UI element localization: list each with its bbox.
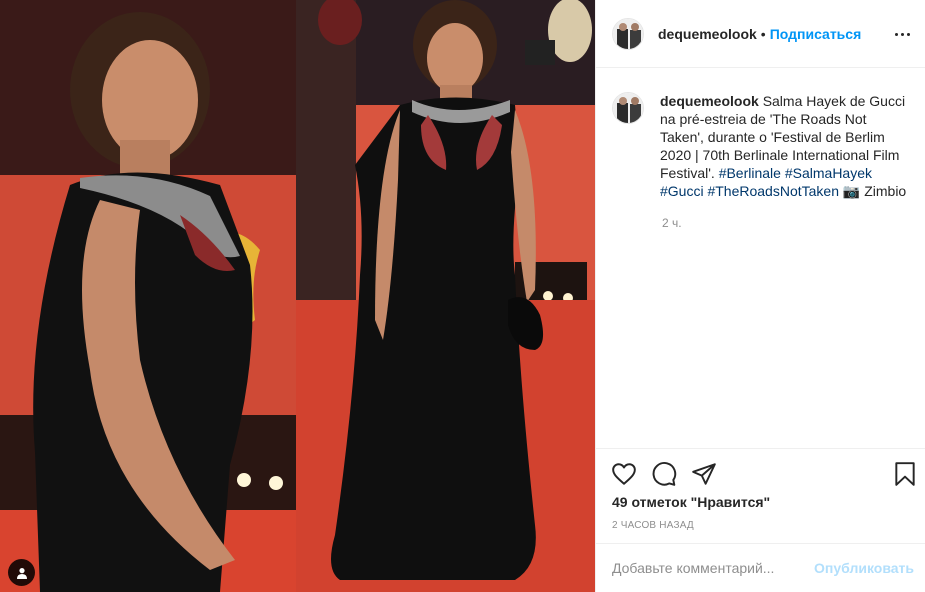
photo-credit: 📷 Zimbio (842, 183, 907, 199)
action-bar (596, 448, 925, 498)
caption-time[interactable]: 2 ч. (662, 216, 682, 230)
post-date[interactable]: 2 часов назад (612, 520, 694, 531)
bookmark-icon[interactable] (892, 461, 918, 487)
more-horizontal-icon (894, 32, 898, 36)
share-icon[interactable] (691, 461, 717, 487)
post-photo (0, 0, 595, 592)
post-caption: dequemeolook Salma Hayek de Gucci na pré… (612, 92, 912, 200)
separator-dot: • (760, 25, 766, 42)
user-icon (16, 567, 27, 579)
header-username[interactable]: dequemeolook (658, 26, 757, 42)
likes-count[interactable]: 49 отметок "Нравится" (612, 494, 770, 510)
heart-icon[interactable] (611, 461, 637, 487)
caption-text: dequemeolook Salma Hayek de Gucci na pré… (660, 92, 910, 200)
hashtag-link[interactable]: #TheRoadsNotTaken (707, 183, 839, 199)
avatar[interactable] (612, 17, 644, 50)
tagged-users-button[interactable] (8, 559, 35, 586)
comment-form: Опубликовать (596, 543, 925, 592)
comment-icon[interactable] (651, 461, 677, 487)
hashtag-link[interactable]: #Gucci (660, 183, 704, 199)
caption-username[interactable]: dequemeolook (660, 93, 759, 109)
post-header: dequemeolook • Подписаться (596, 0, 925, 68)
hashtag-link[interactable]: #Berlinale (719, 165, 781, 181)
hashtag-link[interactable]: #SalmaHayek (785, 165, 872, 181)
publish-button[interactable]: Опубликовать (814, 560, 914, 576)
comment-input[interactable] (612, 560, 815, 576)
post-side-panel: dequemeolook • Подписаться dequemeolook … (595, 0, 925, 592)
more-options-button[interactable] (890, 24, 914, 44)
follow-button[interactable]: Подписаться (770, 26, 862, 42)
caption-avatar[interactable] (612, 92, 644, 124)
post-media[interactable] (0, 0, 595, 592)
